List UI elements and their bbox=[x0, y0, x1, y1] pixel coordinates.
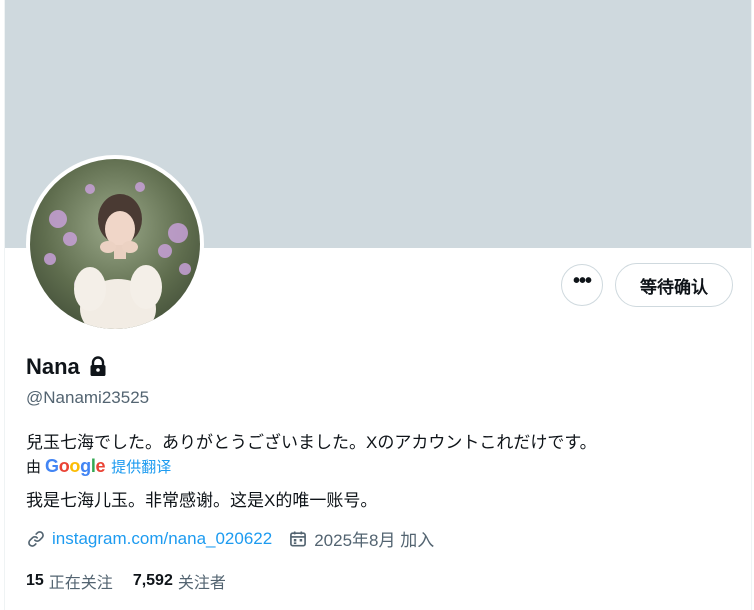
more-button[interactable]: ••• bbox=[561, 264, 603, 306]
translated-by-label: 由 bbox=[26, 459, 42, 476]
lock-icon bbox=[90, 356, 106, 376]
joined-date: 2025年8月 加入 bbox=[314, 531, 435, 550]
profile-page: ••• 等待确认 Nana @Nanami23525 兒玉七海でした。ありがとう… bbox=[4, 0, 752, 610]
link-icon bbox=[28, 530, 44, 547]
following-label: 正在关注 bbox=[48, 575, 113, 592]
avatar-image bbox=[30, 159, 200, 329]
avatar-photo bbox=[30, 159, 200, 329]
avatar[interactable] bbox=[26, 155, 204, 333]
pending-follow-button[interactable]: 等待确认 bbox=[615, 263, 733, 307]
followers-count: 7,592 bbox=[132, 572, 173, 589]
followers-label: 关注者 bbox=[177, 575, 226, 592]
following-stat[interactable]: 15 正在关注 bbox=[26, 569, 113, 593]
website-link[interactable]: instagram.com/nana_020622 bbox=[52, 529, 272, 549]
translation-attribution: 由 Google 提供翻译 bbox=[26, 456, 171, 477]
followers-stat[interactable]: 7,592 关注者 bbox=[133, 569, 226, 593]
profile-stats: 15 正在关注 7,592 关注者 bbox=[26, 569, 246, 593]
translated-bio: 我是七海儿玉。非常感谢。这是X的唯一账号。 bbox=[26, 491, 378, 510]
translate-provider-link[interactable]: 提供翻译 bbox=[111, 456, 171, 477]
following-count: 15 bbox=[26, 572, 44, 589]
user-handle: @Nanami23525 bbox=[26, 388, 150, 407]
profile-name-row: Nana bbox=[26, 354, 108, 380]
profile-meta: instagram.com/nana_020622 2025年8月 加入 bbox=[26, 526, 434, 551]
profile-bio: 兒玉七海でした。ありがとうございました。Xのアカウントこれだけです。 bbox=[26, 433, 597, 452]
more-icon: ••• bbox=[572, 270, 592, 292]
calendar-icon bbox=[290, 531, 307, 546]
display-name: Nana bbox=[26, 354, 80, 379]
google-logo: Google bbox=[45, 456, 106, 476]
